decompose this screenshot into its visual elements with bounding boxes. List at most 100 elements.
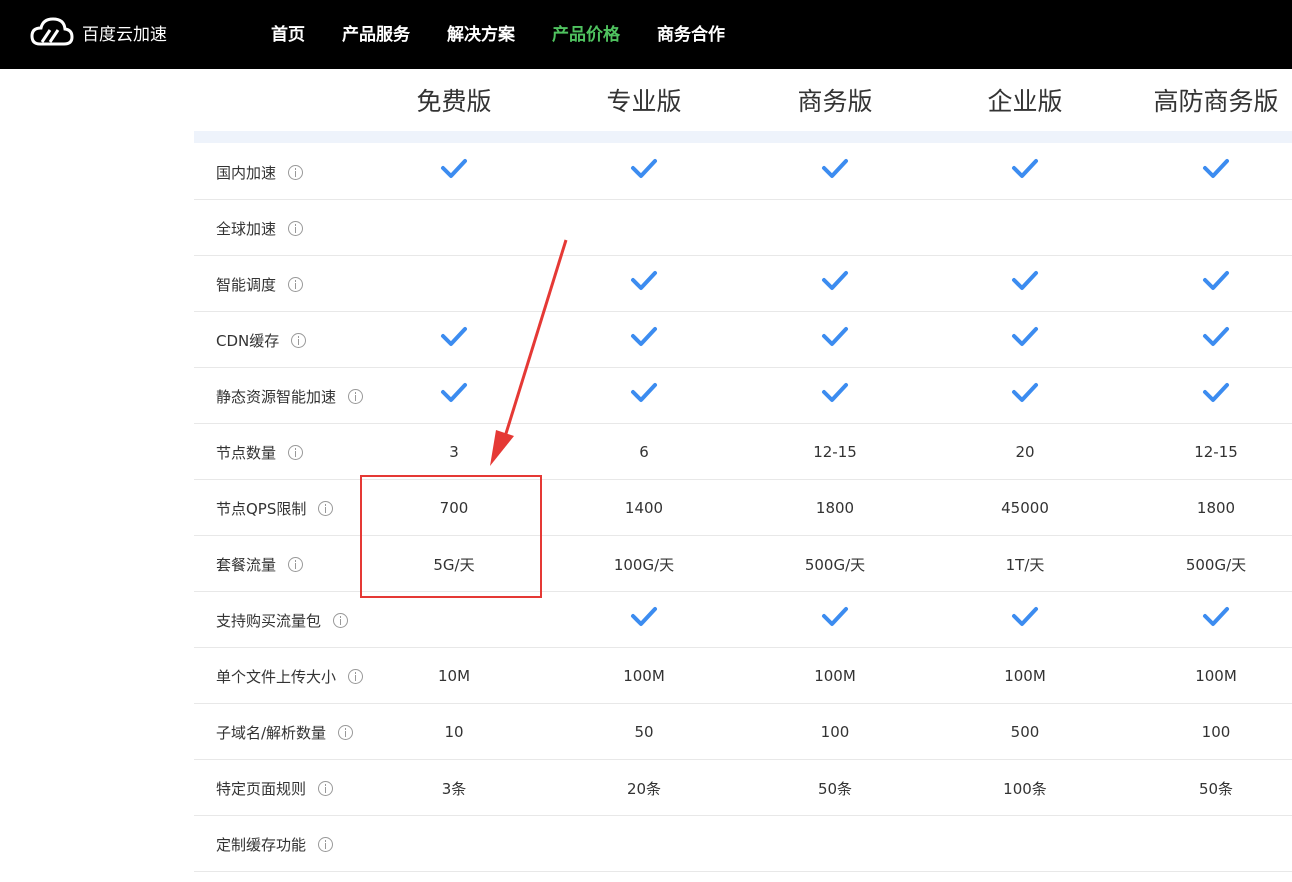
feature-label: 全球加速 — [216, 200, 304, 256]
check-icon — [740, 368, 930, 424]
table-cell: 1400 — [624, 499, 664, 517]
table-cell: 12-15 — [1194, 443, 1238, 461]
table-cell: 500G/天 — [804, 555, 866, 574]
feature-label: 静态资源智能加速 — [216, 368, 364, 424]
check-icon — [740, 312, 930, 368]
table-cell: 100M — [814, 667, 856, 685]
check-icon — [1121, 368, 1292, 424]
table-row: 单个文件上传大小 10M 100M 100M 100M 100M — [194, 648, 1292, 704]
feature-name: 单个文件上传大小 — [216, 667, 337, 686]
check-icon — [549, 144, 739, 200]
plan-header-2: 专业版 — [606, 87, 682, 116]
table-row: 节点数量 3 6 12-15 20 12-15 — [194, 424, 1292, 480]
table-cell: 1800 — [1196, 499, 1236, 517]
info-icon[interactable] — [288, 556, 304, 572]
empty-cell — [549, 200, 739, 256]
top-navigation-bar: 百度云加速 首页 产品服务 解决方案 产品价格 商务合作 — [0, 0, 1292, 69]
check-icon — [359, 368, 549, 424]
table-cell: 6 — [639, 443, 649, 461]
table-row: CDN缓存 — [194, 312, 1292, 368]
table-cell: 100条 — [1003, 779, 1047, 798]
feature-label: 节点QPS限制 — [216, 480, 334, 536]
feature-name: 节点QPS限制 — [216, 499, 307, 518]
info-icon[interactable] — [288, 444, 304, 460]
nav-item-2[interactable]: 产品服务 — [342, 20, 410, 45]
table-cell: 100 — [1201, 723, 1231, 741]
table-cell: 500G/天 — [1185, 555, 1247, 574]
table-row: 特定页面规则 3条 20条 50条 100条 50条 — [194, 760, 1292, 816]
info-icon[interactable] — [288, 164, 304, 180]
check-icon — [359, 312, 549, 368]
table-cell: 100G/天 — [613, 555, 675, 574]
feature-name: 国内加速 — [216, 163, 277, 182]
empty-cell — [1121, 200, 1292, 256]
table-cell: 50条 — [817, 779, 853, 798]
info-icon[interactable] — [333, 612, 349, 628]
check-icon — [549, 368, 739, 424]
plan-header-3: 商务版 — [797, 87, 873, 116]
empty-cell — [549, 816, 739, 872]
empty-cell — [740, 200, 930, 256]
feature-name: 全球加速 — [216, 219, 277, 238]
table-row: 节点QPS限制 700 1400 1800 45000 1800 — [194, 480, 1292, 536]
feature-name: 静态资源智能加速 — [216, 387, 337, 406]
empty-cell — [930, 200, 1120, 256]
feature-name: 支持购买流量包 — [216, 611, 322, 630]
table-row: 定制缓存功能 — [194, 816, 1292, 872]
table-header-strip — [194, 131, 1292, 143]
table-cell: 700 — [439, 499, 469, 517]
table-cell: 100M — [1004, 667, 1046, 685]
nav-item-4[interactable]: 产品价格 — [552, 20, 620, 45]
table-row: 套餐流量 5G/天 100G/天 500G/天 1T/天 500G/天 — [194, 536, 1292, 592]
table-row: 静态资源智能加速 — [194, 368, 1292, 424]
info-icon[interactable] — [291, 332, 307, 348]
table-row: 全球加速 — [194, 200, 1292, 256]
cloud-icon — [30, 17, 74, 46]
table-cell: 20条 — [626, 779, 662, 798]
empty-cell — [930, 816, 1120, 872]
nav-item-1[interactable]: 首页 — [271, 20, 305, 45]
check-icon — [930, 256, 1120, 312]
table-cell: 3条 — [441, 779, 467, 798]
info-icon[interactable] — [338, 724, 354, 740]
table-cell: 50 — [634, 723, 654, 741]
info-icon[interactable] — [318, 836, 334, 852]
brand-name: 百度云加速 — [82, 24, 167, 45]
empty-cell — [740, 816, 930, 872]
brand-logo[interactable]: 百度云加速 — [30, 16, 167, 48]
empty-cell — [359, 256, 549, 312]
table-cell: 3 — [449, 443, 459, 461]
nav-item-5[interactable]: 商务合作 — [657, 20, 725, 45]
check-icon — [549, 592, 739, 648]
table-cell: 1800 — [815, 499, 855, 517]
table-cell: 12-15 — [813, 443, 857, 461]
check-icon — [930, 368, 1120, 424]
nav-item-3[interactable]: 解决方案 — [447, 20, 515, 45]
feature-label: 特定页面规则 — [216, 760, 334, 816]
info-icon[interactable] — [318, 500, 334, 516]
info-icon[interactable] — [318, 780, 334, 796]
feature-name: CDN缓存 — [216, 331, 280, 350]
feature-name: 节点数量 — [216, 443, 277, 462]
table-cell: 100M — [1195, 667, 1237, 685]
info-icon[interactable] — [288, 220, 304, 236]
feature-label: CDN缓存 — [216, 312, 307, 368]
table-cell: 1T/天 — [1005, 555, 1045, 574]
check-icon — [740, 256, 930, 312]
table-row: 国内加速 — [194, 144, 1292, 200]
empty-cell — [359, 200, 549, 256]
check-icon — [930, 592, 1120, 648]
check-icon — [740, 144, 930, 200]
feature-name: 定制缓存功能 — [216, 835, 307, 854]
table-cell: 5G/天 — [433, 555, 475, 574]
check-icon — [1121, 144, 1292, 200]
empty-cell — [359, 592, 549, 648]
feature-name: 智能调度 — [216, 275, 277, 294]
info-icon[interactable] — [288, 276, 304, 292]
feature-label: 国内加速 — [216, 144, 304, 200]
table-cell: 45000 — [1001, 499, 1049, 517]
feature-label: 支持购买流量包 — [216, 592, 349, 648]
feature-name: 子域名/解析数量 — [216, 723, 327, 742]
feature-name: 套餐流量 — [216, 555, 277, 574]
check-icon — [1121, 592, 1292, 648]
